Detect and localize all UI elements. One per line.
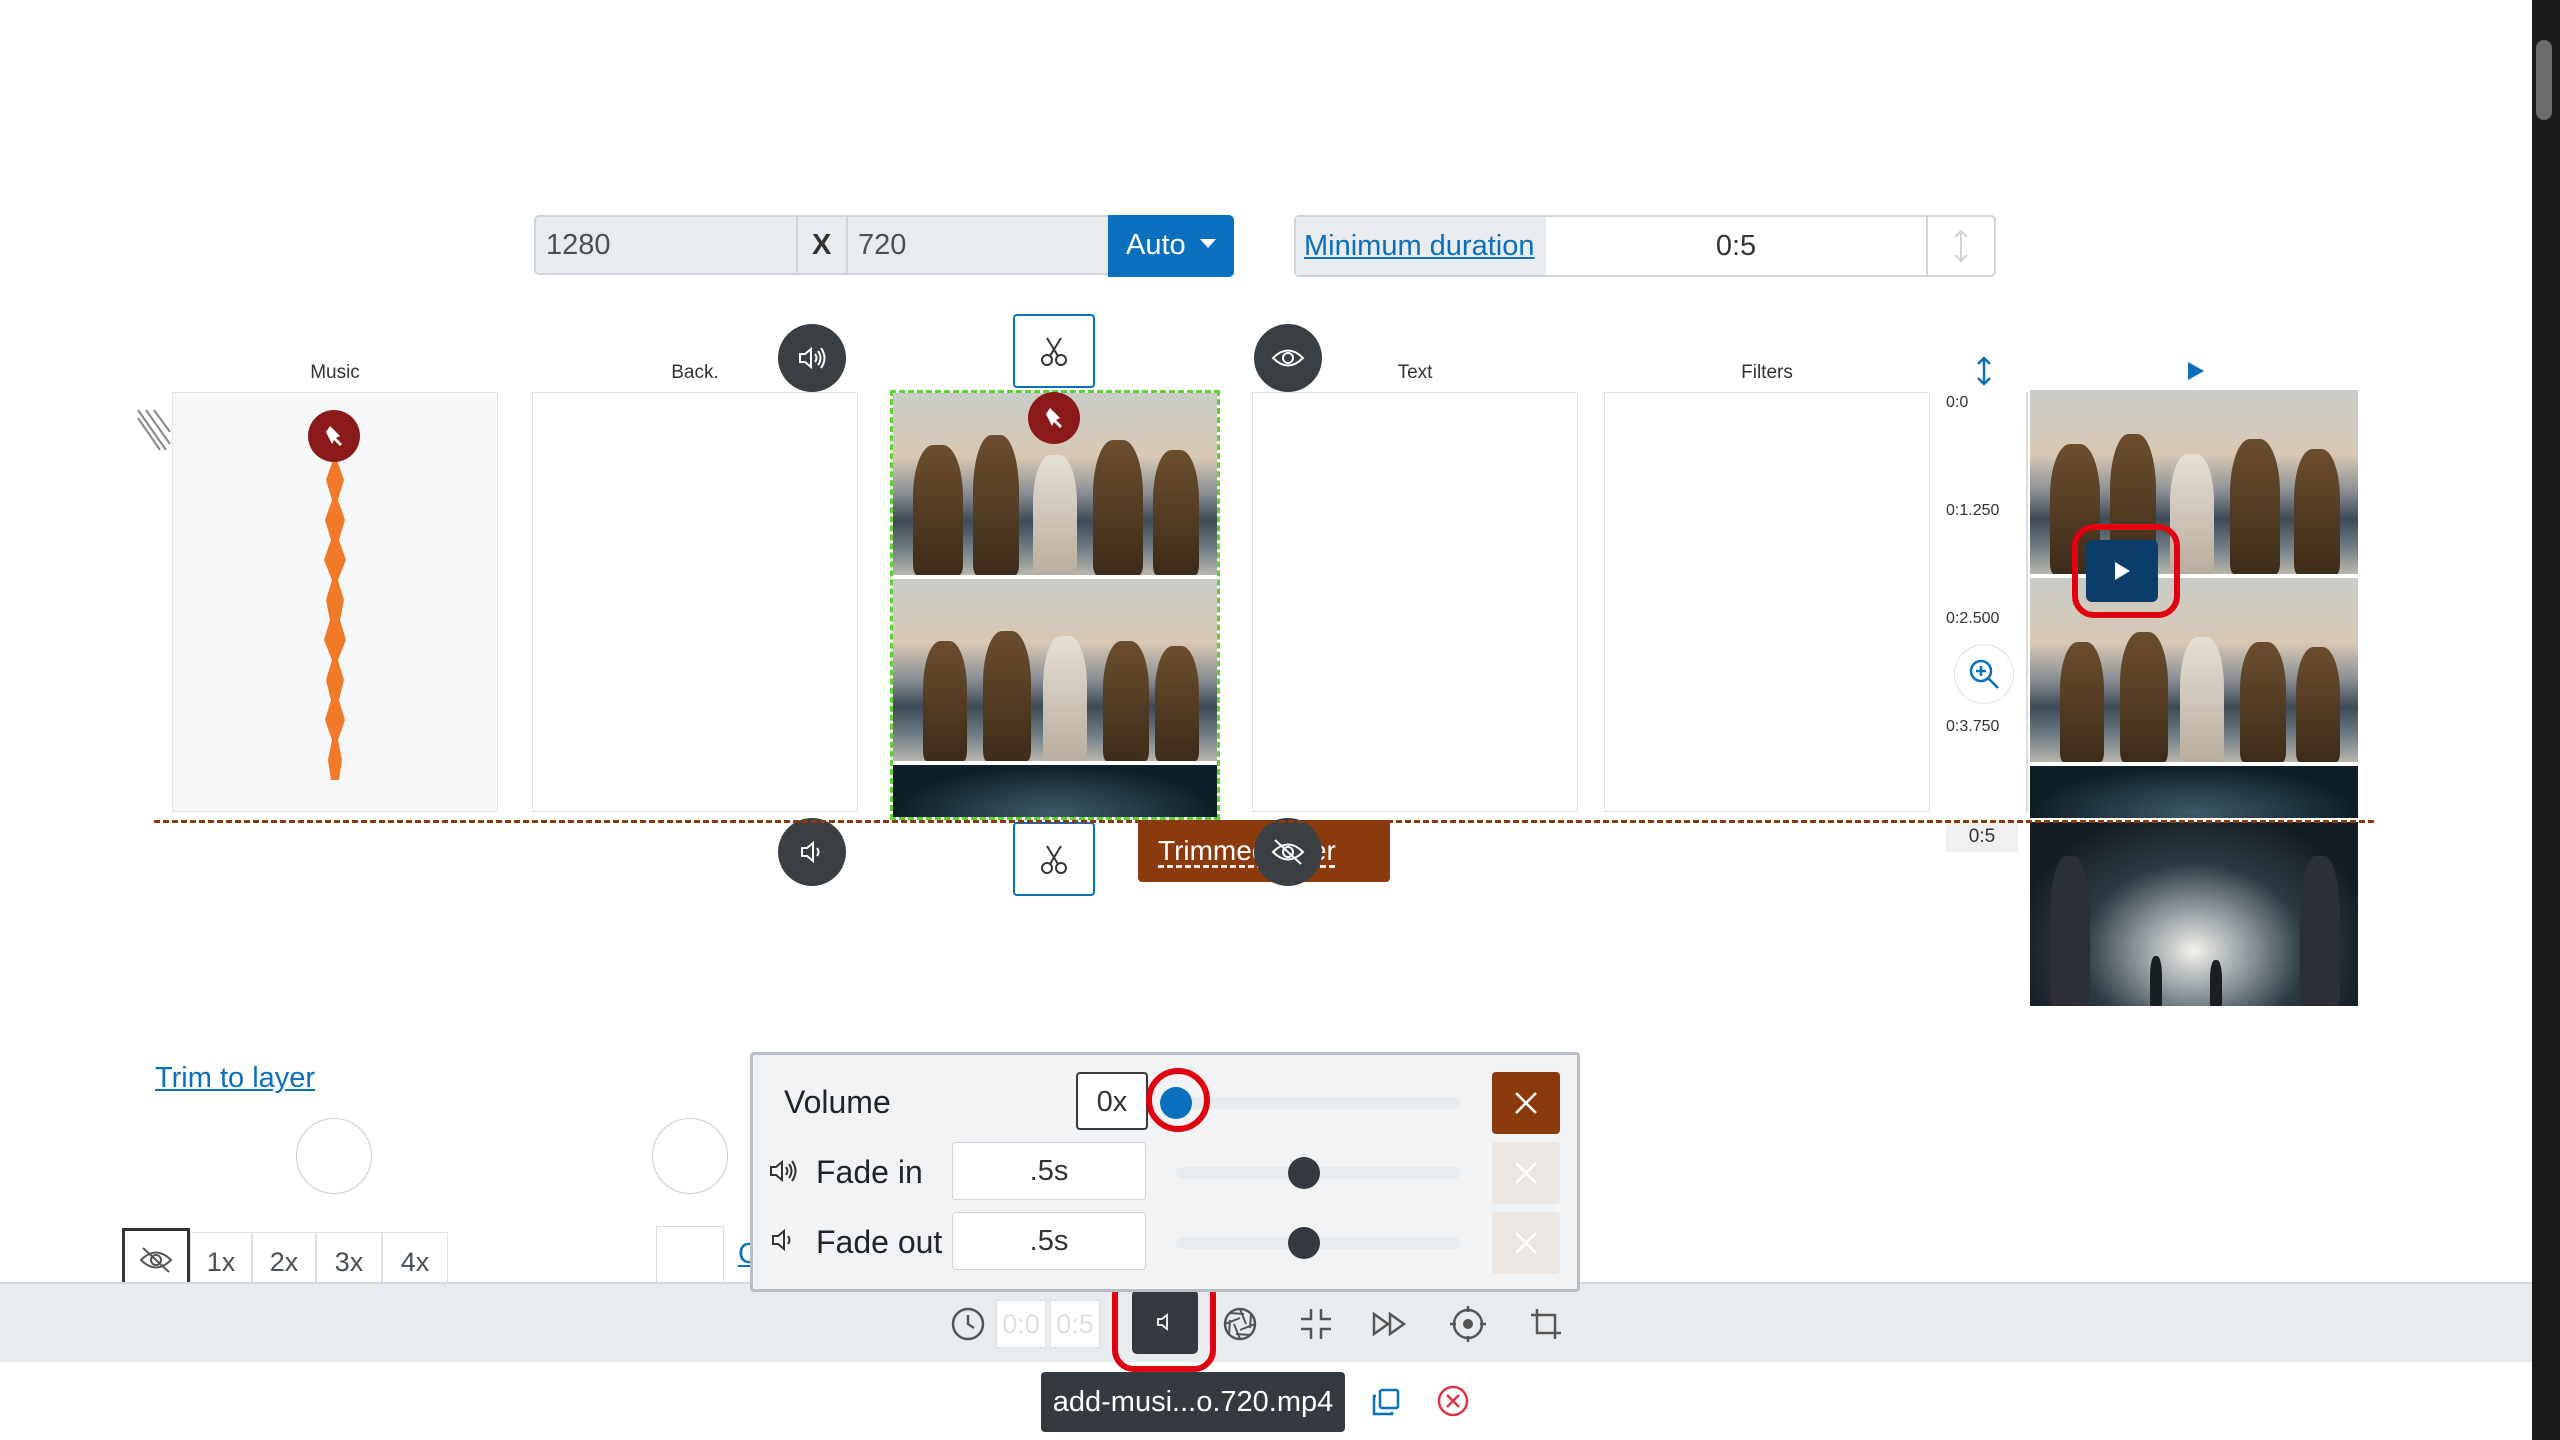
timeline-end-label: 0:5 xyxy=(1946,822,2018,852)
file-name-badge: add-musi...o.720.mp4 xyxy=(1041,1372,1345,1432)
tick-label: 0:1.250 xyxy=(1946,502,2000,519)
minimum-duration-input[interactable]: 0:5 xyxy=(1546,217,1926,275)
current-time-line xyxy=(154,820,2374,823)
scrollbar-thumb[interactable] xyxy=(2536,40,2552,120)
checkbox-box[interactable] xyxy=(656,1226,724,1288)
speaker-low-icon[interactable] xyxy=(778,818,846,886)
minimum-duration-link[interactable]: Minimum duration xyxy=(1304,230,1534,262)
filters-panel[interactable] xyxy=(1604,392,1930,812)
clock-icon[interactable] xyxy=(944,1300,992,1348)
play-icon[interactable] xyxy=(2184,360,2206,382)
speaker-icon xyxy=(768,1158,800,1184)
filters-column-label: Filters xyxy=(1741,362,1793,383)
chevron-down-icon xyxy=(1199,238,1216,248)
fade-out-label: Fade out xyxy=(816,1224,943,1260)
height-input[interactable]: 720 xyxy=(846,215,1110,275)
compress-icon[interactable] xyxy=(1292,1300,1340,1348)
fade-out-reset-button[interactable] xyxy=(1492,1212,1560,1274)
tick-label: 0:0 xyxy=(1946,394,1969,411)
zoom-in-icon[interactable] xyxy=(1954,644,2014,704)
auto-dropdown-button[interactable]: Auto xyxy=(1108,215,1234,277)
handle-circle[interactable] xyxy=(652,1118,728,1194)
video-frame xyxy=(893,579,1217,761)
video-frame xyxy=(893,765,1217,817)
eye-slash-icon[interactable] xyxy=(1254,818,1322,886)
fade-in-label: Fade in xyxy=(816,1154,923,1190)
video-layer[interactable] xyxy=(890,390,1220,820)
auto-label: Auto xyxy=(1126,229,1186,261)
volume-slider-track[interactable] xyxy=(1176,1097,1460,1109)
copy-icon[interactable] xyxy=(1370,1386,1402,1418)
tick-label: 0:3.750 xyxy=(1946,718,2000,735)
volume-value-input[interactable]: 0x xyxy=(1076,1072,1148,1130)
width-value: 1280 xyxy=(546,229,611,261)
tick-label: 0:2.500 xyxy=(1946,610,2000,627)
height-value: 720 xyxy=(858,229,907,261)
handle-circle[interactable] xyxy=(296,1118,372,1194)
time-end-field[interactable]: 0:5 xyxy=(1050,1300,1100,1348)
scissors-icon[interactable] xyxy=(1013,822,1095,896)
highlight-ring xyxy=(1146,1068,1210,1132)
bottom-toolbar xyxy=(0,1282,2532,1362)
fade-in-slider-knob[interactable] xyxy=(1287,1157,1320,1189)
fade-out-slider-knob[interactable] xyxy=(1287,1227,1320,1259)
timeline-ruler[interactable]: 0:0 0:1.250 0:2.500 0:3.750 xyxy=(1934,392,2028,812)
crop-icon[interactable] xyxy=(1522,1300,1570,1348)
window-edge xyxy=(2532,0,2560,1440)
video-pin-icon[interactable] xyxy=(1028,392,1080,444)
volume-reset-button[interactable] xyxy=(1492,1072,1560,1134)
fast-forward-icon[interactable] xyxy=(1366,1300,1414,1348)
time-start-field[interactable]: 0:0 xyxy=(996,1300,1046,1348)
fade-out-input[interactable]: .5s xyxy=(952,1212,1146,1270)
music-pin-icon[interactable] xyxy=(308,410,360,462)
fade-in-input[interactable]: .5s xyxy=(952,1142,1146,1200)
hatch-marker xyxy=(136,408,172,452)
trim-to-layer-link[interactable]: Trim to layer xyxy=(155,1062,315,1095)
back-panel[interactable] xyxy=(532,392,858,812)
remove-icon[interactable] xyxy=(1436,1384,1470,1418)
target-icon[interactable] xyxy=(1444,1300,1492,1348)
eye-icon[interactable] xyxy=(1254,324,1322,392)
music-column-label: Music xyxy=(310,362,360,383)
resize-vertical-icon[interactable] xyxy=(1974,356,1994,386)
width-input[interactable]: 1280 xyxy=(534,215,798,275)
speaker-low-icon xyxy=(770,1228,796,1252)
aperture-icon[interactable] xyxy=(1216,1300,1264,1348)
text-panel[interactable] xyxy=(1252,392,1578,812)
highlight-ring xyxy=(2072,524,2180,618)
minimum-duration-label-box: Minimum duration xyxy=(1296,217,1546,275)
dimension-separator: X xyxy=(796,215,848,275)
scissors-icon[interactable] xyxy=(1013,314,1095,388)
preview-frame xyxy=(2030,766,2358,818)
preview-frame xyxy=(2030,822,2358,1006)
speaker-icon[interactable] xyxy=(778,324,846,392)
resize-vertical-icon[interactable] xyxy=(1926,217,1994,275)
volume-label: Volume xyxy=(784,1084,891,1120)
fade-in-reset-button[interactable] xyxy=(1492,1142,1560,1204)
music-waveform[interactable] xyxy=(300,420,370,780)
